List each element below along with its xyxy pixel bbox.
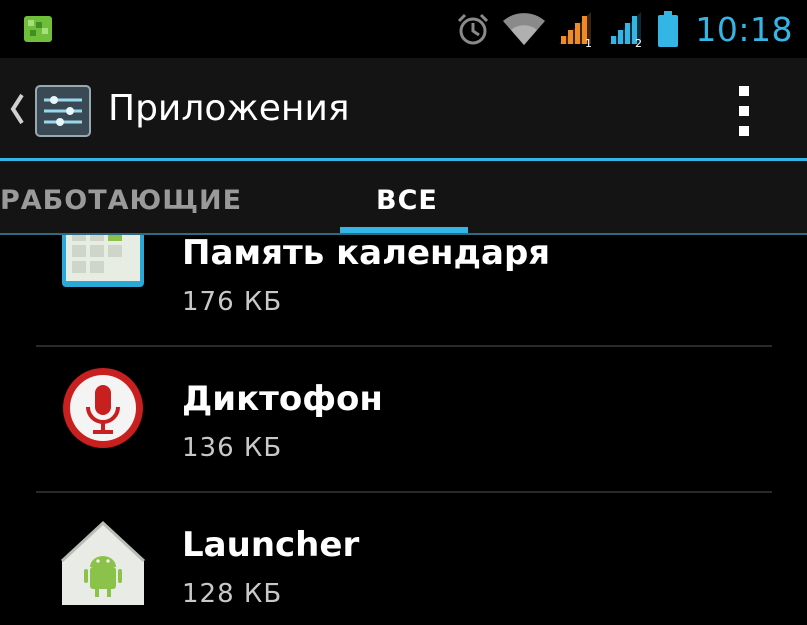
list-item[interactable]: Память календаря 176 КБ [0,235,807,343]
app-name: Launcher [182,525,360,565]
list-item[interactable]: Launcher 128 КБ [0,493,807,625]
tab-all[interactable]: ВСЕ [376,185,438,216]
wifi-icon [503,13,546,45]
overflow-menu-icon[interactable] [734,84,754,138]
app-size: 128 КБ [182,579,283,609]
launcher-icon [60,520,146,605]
app-list[interactable]: Память календаря 176 КБ Диктофон 136 КБ [0,235,807,625]
notification-app-icon [24,16,52,42]
sim2-label: 2 [635,37,642,48]
app-size: 176 КБ [182,287,283,317]
app-name: Диктофон [182,379,383,419]
status-icons: 1 2 10:18 [455,6,793,52]
app-name: Память календаря [182,235,551,273]
tab-running[interactable]: РАБОТАЮЩИЕ [0,185,242,216]
battery-icon [658,11,679,47]
page-title: Приложения [108,88,350,129]
tab-bar: РАБОТАЮЩИЕ ВСЕ [0,161,807,234]
calendar-storage-icon [62,235,144,287]
status-bar: 1 2 10:18 [0,0,807,58]
status-time: 10:18 [695,9,793,49]
alarm-icon [458,13,489,45]
voice-recorder-icon [63,368,143,448]
signal-sim1-icon: 1 [559,12,592,48]
settings-app-icon[interactable] [34,84,92,138]
back-chevron-icon[interactable] [8,91,26,127]
list-item[interactable]: Диктофон 136 КБ [0,347,807,493]
app-size: 136 КБ [182,433,283,463]
signal-sim2-icon: 2 [609,12,642,48]
action-bar: Приложения [0,58,807,160]
sim1-label: 1 [585,37,592,48]
